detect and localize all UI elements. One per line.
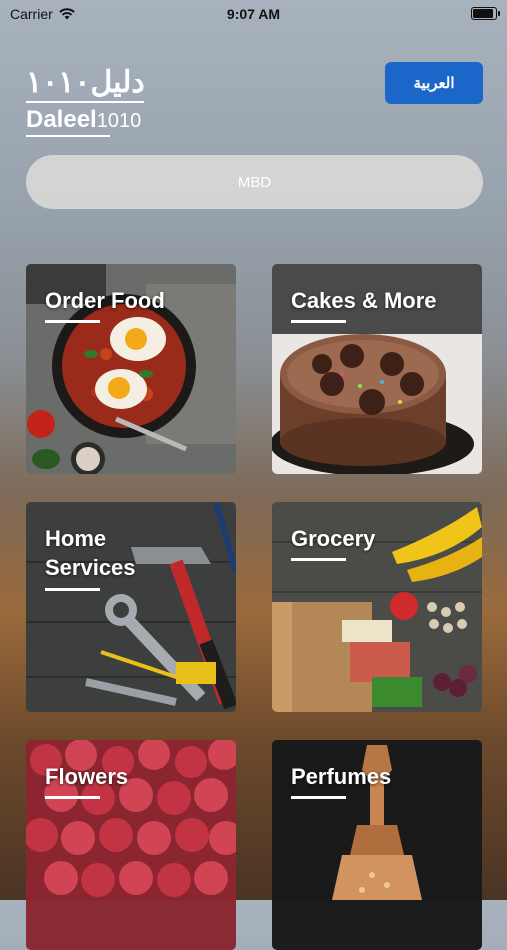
category-card-flowers[interactable]: Flowers (26, 740, 236, 950)
category-card-grocery[interactable]: Grocery (272, 502, 482, 712)
logo-divider (26, 101, 144, 103)
logo-english-word: Daleel (26, 106, 97, 133)
logo-english-text: Daleel1010 (26, 107, 156, 134)
language-toggle-button[interactable]: العربية (385, 62, 483, 104)
category-card-home-services[interactable]: Home Services (26, 502, 236, 712)
logo-number: 1010 (96, 110, 142, 132)
category-title: Flowers (45, 764, 129, 789)
category-card-order-food[interactable]: Order Food (26, 264, 236, 474)
location-value: MBD (237, 173, 272, 191)
battery-icon (471, 7, 500, 20)
title-underline (45, 588, 100, 591)
title-underline (291, 796, 346, 799)
logo-arabic-text: دليل١٠١٠ (26, 66, 145, 99)
app-logo: دليل١٠١٠ Daleel1010 (26, 68, 156, 138)
category-title: Cakes & More (291, 288, 437, 313)
title-underline (291, 558, 346, 561)
title-underline (45, 320, 100, 323)
category-title: Order Food (45, 288, 165, 313)
battery-fill (473, 9, 493, 18)
title-underline (291, 320, 346, 323)
category-card-perfumes[interactable]: Perfumes (272, 740, 482, 950)
category-title: Perfumes (291, 764, 392, 789)
title-underline (45, 796, 100, 799)
category-card-cakes-more[interactable]: Cakes & More (272, 264, 482, 474)
category-title: Home Services (45, 526, 136, 580)
category-title: Grocery (291, 526, 376, 551)
status-bar: Carrier 9:07 AM (0, 0, 507, 28)
logo-underline (26, 135, 110, 137)
status-time: 9:07 AM (226, 6, 281, 22)
location-selector[interactable]: MBD (26, 155, 483, 209)
